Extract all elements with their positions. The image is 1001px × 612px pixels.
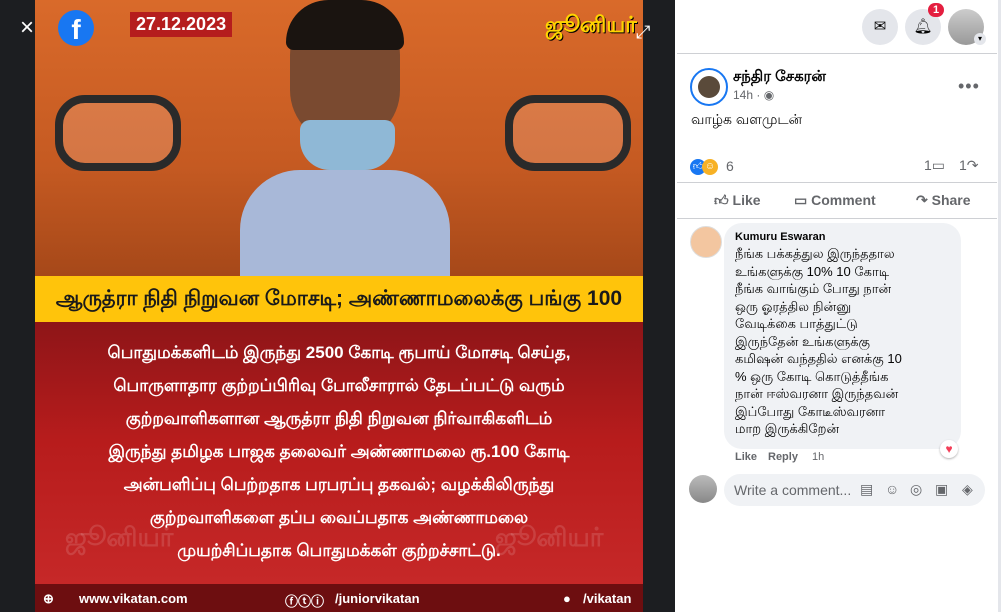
like-button[interactable]: 👍︎ Like [714,192,761,209]
sticker-icon[interactable]: ▤ [860,481,873,498]
close-icon[interactable]: × [20,16,34,40]
share-label: Share [931,192,971,208]
comment-count-number: 1 [924,157,932,173]
like-label: Like [732,192,761,208]
love-reaction-icon[interactable]: ♥ [940,440,958,458]
person-hair [286,0,404,50]
globe-icon: ◉ [763,88,775,102]
date-badge: 27.12.2023 [130,12,233,37]
divider [677,53,997,54]
reactions[interactable]: 👍︎ ☺ [690,156,718,175]
expand-icon[interactable]: ⤢ [636,22,650,43]
comment-label: Comment [811,192,876,208]
reaction-count[interactable]: 6 [726,158,734,174]
news-photo: 27.12.2023 ஜூனியர் [35,0,643,276]
vikatan-app-icon: ● [563,591,571,606]
photo-viewer: 27.12.2023 ஜூனியர் ஆருத்ரா நிதி நிறுவன ம… [0,0,675,612]
my-avatar [689,475,717,503]
haha-reaction-icon: ☺ [702,159,718,175]
footer-right: /vikatan [583,591,632,606]
comment-button[interactable]: ▭ Comment [794,192,876,209]
post-text: வாழ்க வளமுடன் [691,111,803,127]
body-text: பொதுமக்களிடம் இருந்து 2500 கோடி ரூபாய் ம… [55,336,623,567]
notification-badge: 1 [928,3,945,17]
camera-icon[interactable]: ◎ [910,481,922,498]
face-mask [300,120,395,170]
post-author[interactable]: சந்திர சேகரன் [733,68,826,87]
footer-social: /juniorvikatan [335,591,420,606]
more-options-icon[interactable]: ••• [958,76,980,97]
person-shirt [240,170,450,276]
body-line: பொதுமக்களிடம் இருந்து 2500 கோடி ரூபாய் ம… [107,343,571,362]
comment-like-button[interactable]: Like [735,451,757,463]
junior-vikatan-logo: ஜூனியர் [545,12,637,37]
share-count-number: 1 [959,157,967,173]
comment-time[interactable]: 1h [812,451,824,463]
body-line: குற்றவாளிகளை தப்ப வைப்பதாக அண்ணாமலை [149,508,529,527]
comment-icon: ▭ [794,192,808,208]
comment-text: நீங்க பக்கத்துல இருந்ததால உங்களுக்கு 10%… [735,246,902,436]
footer-site: www.vikatan.com [79,591,188,606]
messenger-icon[interactable]: ✉ [862,9,898,45]
person-figure [240,0,450,276]
thumbs-up-icon: 👍︎ [714,192,729,208]
share-icon: ↷ [916,192,928,208]
gif-icon[interactable]: ▣ [935,481,948,498]
share-button[interactable]: ↷ Share [916,192,971,209]
headline-bar: ஆருத்ரா நிதி நிறுவன மோசடி; அண்ணாமலைக்கு … [35,276,643,356]
image-footer: ⊕ www.vikatan.com ⓕⓣⓘ /juniorvikatan ● /… [35,584,643,612]
facebook-logo-icon[interactable]: f [58,10,94,46]
poster-eye-right [505,95,631,171]
comment-reply-button[interactable]: Reply [768,451,798,463]
commenter-name[interactable]: Kumuru Eswaran [735,231,825,243]
body-line: குற்றவாளிகளான ஆருத்ரா நிதி நிறுவன நிர்வா… [125,409,553,428]
share-count[interactable]: 1↷ [959,157,979,174]
body-line: பொருளாதார குற்றப்பிரிவு போலீசாரால் தேடப்… [113,376,565,395]
body-line: முயற்சிப்பதாக பொதுமக்கள் குற்றச்சாட்டு. [177,541,501,560]
post-time[interactable]: 14h · ◉ [733,88,774,102]
globe-icon: ⊕ [43,591,54,606]
commenter-avatar[interactable] [690,226,722,258]
emoji-icon[interactable]: ☺ [885,481,899,497]
comment-bubble-icon: ▭ [931,157,946,173]
comment-count[interactable]: 1▭ [924,157,945,174]
social-icons: ⓕⓣⓘ [285,594,325,609]
chevron-down-icon[interactable]: ▾ [974,33,986,45]
comment-placeholder[interactable]: Write a comment... [734,482,851,498]
body-panel: ஜூனியர் ஜூனியர் பொதுமக்களிடம் இருந்து 25… [35,322,643,584]
avatar-sticker-icon[interactable]: ◈ [962,481,973,498]
post-time-text[interactable]: 14h [733,88,753,102]
body-line: அன்பளிப்பு பெற்றதாக பரபரப்பு தகவல்; வழக்… [123,475,555,494]
divider [677,182,997,183]
share-arrow-icon: ↷ [966,157,979,173]
post-image[interactable]: 27.12.2023 ஜூனியர் ஆருத்ரா நிதி நிறுவன ம… [35,0,643,612]
poster-eye-left [55,95,181,171]
author-avatar[interactable] [690,68,728,106]
divider [677,218,997,219]
body-line: இருந்து தமிழக பாஜக தலைவர் அண்ணாமலை ரூ.10… [108,442,570,461]
